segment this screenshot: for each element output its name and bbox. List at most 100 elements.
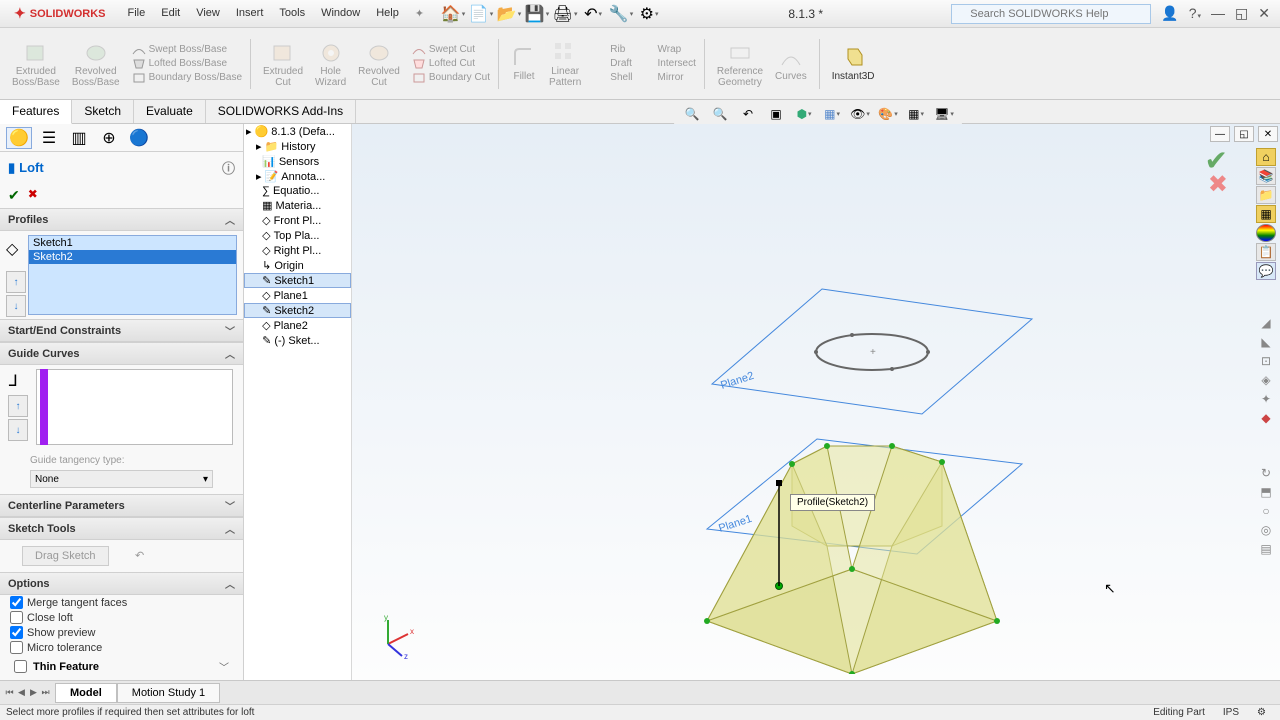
sf-6-icon[interactable]: ◆	[1256, 409, 1276, 427]
curves-button[interactable]: Curves	[771, 43, 811, 84]
home-icon[interactable]: 🏠▾	[442, 4, 464, 24]
guide-tangency-dropdown[interactable]: None▾	[30, 470, 213, 488]
thin-feature-row[interactable]: Thin Feature﹀	[0, 655, 243, 678]
vp-max-icon[interactable]: ◱	[1234, 126, 1254, 142]
tree-front-plane[interactable]: ◇ Front Pl...	[244, 213, 351, 228]
merge-tangent-checkbox[interactable]: Merge tangent faces	[0, 595, 243, 610]
tab-motion-study[interactable]: Motion Study 1	[117, 683, 220, 703]
menu-edit[interactable]: Edit	[153, 3, 188, 24]
sf-4-icon[interactable]: ◈	[1256, 371, 1276, 389]
pm-tab-appearance-icon[interactable]: 🔵	[126, 127, 152, 149]
profile-arrow-icon[interactable]: ◇	[6, 239, 18, 259]
tab-last-icon[interactable]: ⏭	[40, 687, 51, 698]
centerline-header[interactable]: Centerline Parameters﹀	[0, 494, 243, 517]
tp-file-explorer-icon[interactable]: 📁	[1256, 186, 1276, 204]
tp-view-palette-icon[interactable]: ▦	[1256, 205, 1276, 223]
sf-5-icon[interactable]: ✦	[1256, 390, 1276, 408]
hole-wizard-button[interactable]: Hole Wizard	[311, 38, 350, 90]
guide-move-up-button[interactable]: ↑	[8, 395, 28, 417]
boundary-boss-button[interactable]: Boundary Boss/Base	[132, 72, 242, 84]
profiles-header[interactable]: Profiles︿	[0, 208, 243, 231]
tree-material[interactable]: ▦ Materia...	[244, 198, 351, 213]
guide-move-down-button[interactable]: ↓	[8, 419, 28, 441]
lofted-boss-button[interactable]: Lofted Boss/Base	[132, 58, 242, 70]
close-icon[interactable]: ✕	[1258, 5, 1270, 22]
guide-arrow-icon[interactable]: ᒧ	[8, 371, 18, 391]
view-orient-icon[interactable]: ⬢▾	[792, 104, 816, 124]
open-icon[interactable]: 📂▾	[498, 4, 520, 24]
mirror-button[interactable]: Mirror	[641, 72, 696, 84]
sf-1-icon[interactable]: ◢	[1256, 314, 1276, 332]
rebuild-icon[interactable]: 🔧▾	[610, 4, 632, 24]
extruded-cut-button[interactable]: Extruded Cut	[259, 38, 307, 90]
cancel-icon[interactable]: ✖	[28, 187, 38, 204]
menu-help[interactable]: Help	[368, 3, 407, 24]
menu-view[interactable]: View	[188, 3, 228, 24]
view-settings-icon[interactable]: 🖥▾	[932, 104, 956, 124]
ct-3-icon[interactable]: ○	[1256, 502, 1276, 520]
ct-5-icon[interactable]: ▤	[1256, 540, 1276, 558]
tp-custom-props-icon[interactable]: 📋	[1256, 243, 1276, 261]
tab-addins[interactable]: SOLIDWORKS Add-Ins	[206, 100, 356, 123]
tree-sketch2[interactable]: ✎ Sketch2	[244, 303, 351, 318]
tree-top-plane[interactable]: ◇ Top Pla...	[244, 228, 351, 243]
user-icon[interactable]: 👤	[1161, 5, 1178, 22]
pm-tab-display-icon[interactable]: ▥	[66, 127, 92, 149]
fillet-button[interactable]: Fillet	[507, 43, 541, 84]
settings-icon[interactable]: ⚙▾	[638, 4, 660, 24]
menu-insert[interactable]: Insert	[228, 3, 272, 24]
tree-history[interactable]: ▸ 📁 History	[244, 139, 351, 154]
startend-header[interactable]: Start/End Constraints﹀	[0, 319, 243, 342]
sf-2-icon[interactable]: ◣	[1256, 333, 1276, 351]
move-up-button[interactable]: ↑	[6, 271, 26, 293]
search-input[interactable]	[951, 4, 1151, 24]
cancel-feature-icon[interactable]: ✖	[1208, 170, 1228, 199]
tab-model[interactable]: Model	[55, 683, 117, 703]
tab-sketch[interactable]: Sketch	[72, 100, 134, 123]
drag-sketch-button[interactable]: Drag Sketch	[22, 546, 109, 566]
show-preview-checkbox[interactable]: Show preview	[0, 625, 243, 640]
graphics-viewport[interactable]: — ◱ ✕ ✔ ✖ ⌂ 📚 📁 ▦ 📋 💬 ◢ ◣ ⊡ ◈ ✦ ◆ ↻ ⬒ ○	[352, 124, 1280, 680]
tree-sketch1[interactable]: ✎ Sketch1	[244, 273, 351, 288]
tp-forum-icon[interactable]: 💬	[1256, 262, 1276, 280]
linear-pattern-button[interactable]: Linear Pattern	[545, 38, 585, 90]
guide-curves-list[interactable]	[36, 369, 233, 445]
tab-features[interactable]: Features	[0, 100, 72, 124]
status-units[interactable]: IPS	[1223, 707, 1239, 718]
sf-3-icon[interactable]: ⊡	[1256, 352, 1276, 370]
close-loft-checkbox[interactable]: Close loft	[0, 610, 243, 625]
tree-origin[interactable]: ↳ Origin	[244, 258, 351, 273]
swept-boss-button[interactable]: Swept Boss/Base	[132, 44, 242, 56]
menu-tools[interactable]: Tools	[271, 3, 313, 24]
tree-plane2[interactable]: ◇ Plane2	[244, 318, 351, 333]
prev-view-icon[interactable]: ↶	[736, 104, 760, 124]
tp-resources-icon[interactable]: ⌂	[1256, 148, 1276, 166]
boundary-cut-button[interactable]: Boundary Cut	[412, 72, 490, 84]
ct-2-icon[interactable]: ⬒	[1256, 483, 1276, 501]
pm-help-icon[interactable]: ⓘ	[222, 158, 235, 177]
tree-root[interactable]: ▸ 🟡 8.1.3 (Defa...	[244, 124, 351, 139]
save-icon[interactable]: 💾▾	[526, 4, 548, 24]
ct-1-icon[interactable]: ↻	[1256, 464, 1276, 482]
edit-appearance-icon[interactable]: 🎨▾	[876, 104, 900, 124]
tree-right-plane[interactable]: ◇ Right Pl...	[244, 243, 351, 258]
print-icon[interactable]: 🖨▾	[554, 4, 576, 24]
undo-drag-icon[interactable]: ↶	[135, 550, 144, 562]
tp-design-lib-icon[interactable]: 📚	[1256, 167, 1276, 185]
tab-evaluate[interactable]: Evaluate	[134, 100, 206, 123]
tab-first-icon[interactable]: ⏮	[4, 687, 15, 698]
tab-prev-icon[interactable]: ◀	[16, 687, 27, 698]
vp-min-icon[interactable]: —	[1210, 126, 1230, 142]
menu-file[interactable]: File	[120, 3, 154, 24]
profile-item-1[interactable]: Sketch1	[29, 236, 236, 250]
hide-show-icon[interactable]: 👁▾	[848, 104, 872, 124]
pm-tab-feature-icon[interactable]: 🟡	[6, 127, 32, 149]
profile-item-2[interactable]: Sketch2	[29, 250, 236, 264]
sketchtools-header[interactable]: Sketch Tools︿	[0, 517, 243, 540]
tp-appearances-icon[interactable]	[1256, 224, 1276, 242]
profile-callout[interactable]: Profile(Sketch2)	[790, 494, 875, 511]
orientation-triad[interactable]: x y z	[370, 612, 420, 662]
lofted-cut-button[interactable]: Lofted Cut	[412, 58, 490, 70]
minimize-icon[interactable]: —	[1211, 5, 1225, 22]
options-header[interactable]: Options︿	[0, 572, 243, 595]
